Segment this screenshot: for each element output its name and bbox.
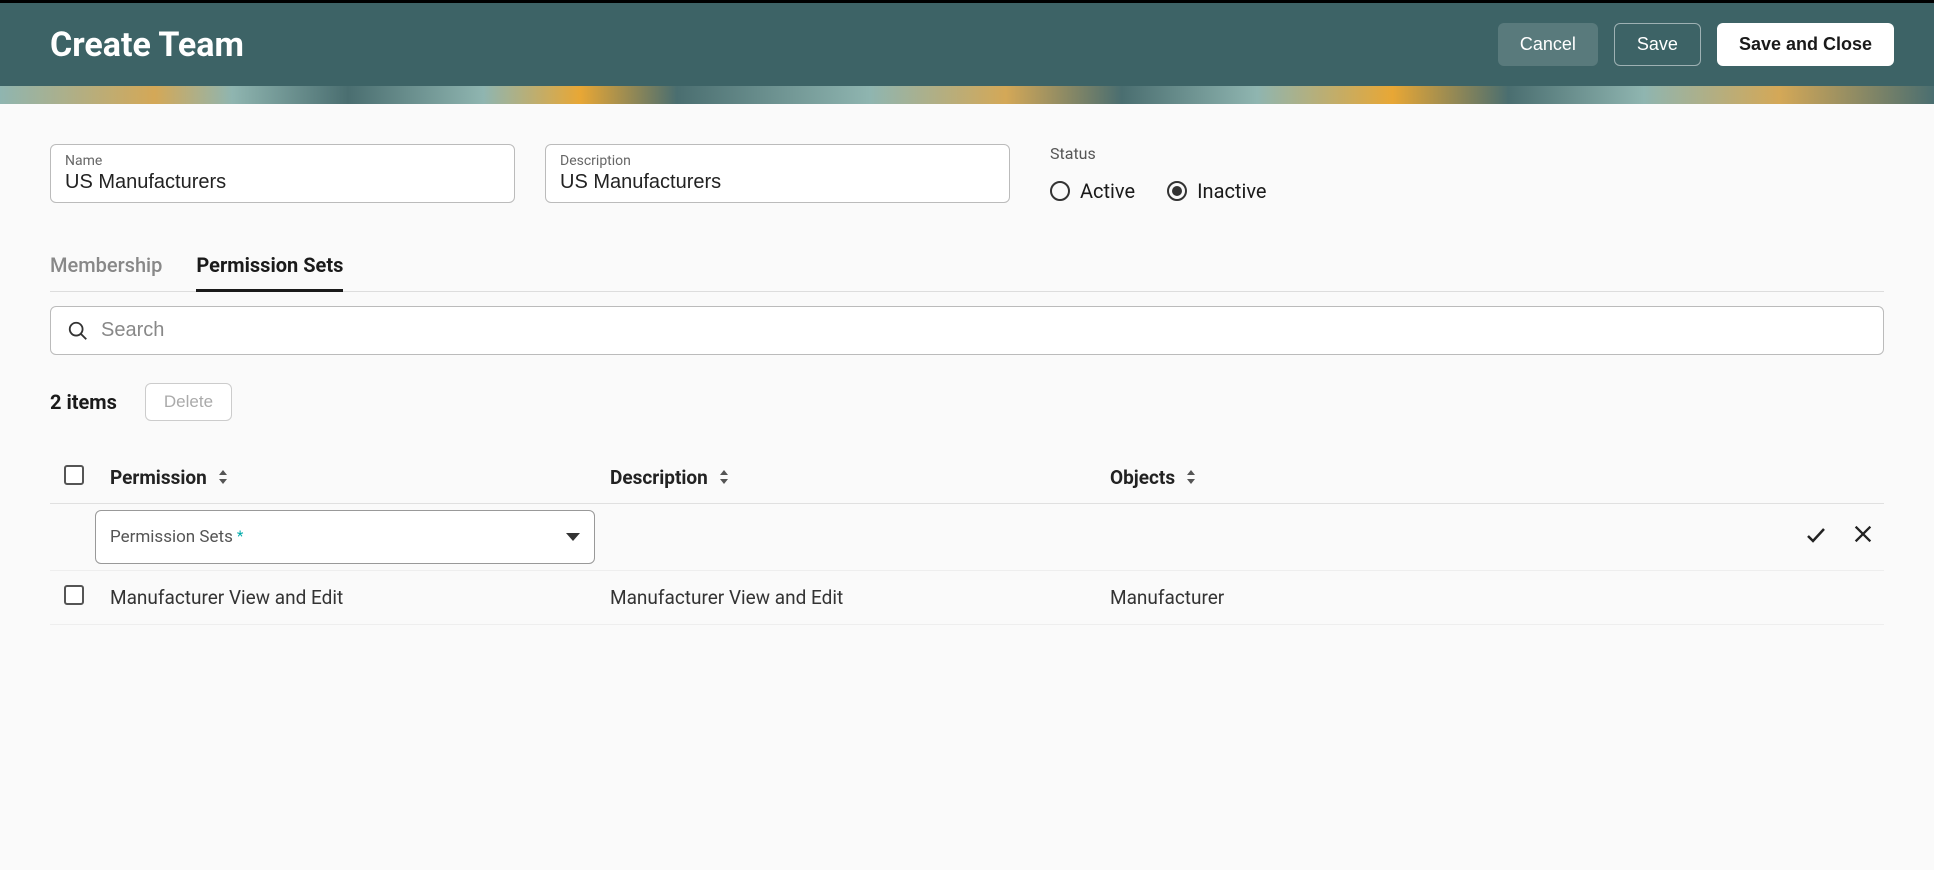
- required-star-icon: *: [237, 527, 243, 545]
- tabs: Membership Permission Sets: [50, 253, 1884, 292]
- close-icon[interactable]: [1852, 523, 1874, 551]
- row-permission: Manufacturer View and Edit: [110, 586, 343, 609]
- chevron-down-icon: [566, 533, 580, 541]
- delete-button[interactable]: Delete: [145, 383, 232, 421]
- dropdown-label: Permission Sets: [110, 527, 233, 547]
- page-header: Create Team Cancel Save Save and Close: [0, 0, 1934, 86]
- search-input[interactable]: [101, 319, 1867, 342]
- sort-icon[interactable]: [718, 470, 730, 484]
- radio-circle-icon: [1050, 181, 1070, 201]
- search-bar[interactable]: [50, 306, 1884, 355]
- status-radio-row: Active Inactive: [1050, 179, 1267, 203]
- status-inactive-label: Inactive: [1197, 179, 1266, 203]
- row-description: Manufacturer View and Edit: [610, 586, 843, 609]
- table-edit-row: Permission Sets *: [50, 504, 1884, 571]
- description-input[interactable]: [560, 171, 995, 194]
- header-actions: Cancel Save Save and Close: [1498, 23, 1894, 66]
- radio-dot-icon: [1172, 186, 1182, 196]
- permissions-table: Permission Description Objects: [50, 451, 1884, 625]
- name-input[interactable]: [65, 171, 500, 194]
- row-objects: Manufacturer: [1110, 586, 1224, 609]
- radio-circle-icon: [1167, 181, 1187, 201]
- column-header-description[interactable]: Description: [610, 466, 708, 489]
- permission-sets-dropdown[interactable]: Permission Sets *: [95, 510, 595, 564]
- save-and-close-button[interactable]: Save and Close: [1717, 23, 1894, 66]
- status-radio-inactive[interactable]: Inactive: [1167, 179, 1266, 203]
- decorative-strip: [0, 86, 1934, 104]
- search-icon: [67, 320, 89, 342]
- tab-permission-sets[interactable]: Permission Sets: [196, 253, 343, 292]
- status-label: Status: [1050, 144, 1267, 163]
- list-header: 2 items Delete: [50, 383, 1884, 421]
- row-checkbox[interactable]: [64, 585, 84, 605]
- save-button[interactable]: Save: [1614, 23, 1701, 66]
- description-field-wrapper[interactable]: Description: [545, 144, 1010, 203]
- select-all-checkbox[interactable]: [64, 465, 84, 485]
- main-content: Name Description Status Active Inactive …: [0, 104, 1934, 665]
- sort-icon[interactable]: [217, 470, 229, 484]
- table-row: Manufacturer View and Edit Manufacturer …: [50, 571, 1884, 625]
- column-header-objects[interactable]: Objects: [1110, 466, 1175, 489]
- name-label: Name: [65, 153, 500, 169]
- form-row: Name Description Status Active Inactive: [50, 144, 1884, 203]
- items-count: 2 items: [50, 390, 117, 414]
- confirm-icon[interactable]: [1804, 523, 1828, 551]
- column-header-permission[interactable]: Permission: [110, 466, 207, 489]
- status-radio-active[interactable]: Active: [1050, 179, 1135, 203]
- cancel-button[interactable]: Cancel: [1498, 23, 1598, 66]
- page-title: Create Team: [50, 25, 244, 65]
- table-header-row: Permission Description Objects: [50, 451, 1884, 504]
- name-field-wrapper[interactable]: Name: [50, 144, 515, 203]
- status-group: Status Active Inactive: [1050, 144, 1267, 203]
- sort-icon[interactable]: [1185, 470, 1197, 484]
- description-label: Description: [560, 153, 995, 169]
- tab-membership[interactable]: Membership: [50, 253, 162, 291]
- status-active-label: Active: [1080, 179, 1135, 203]
